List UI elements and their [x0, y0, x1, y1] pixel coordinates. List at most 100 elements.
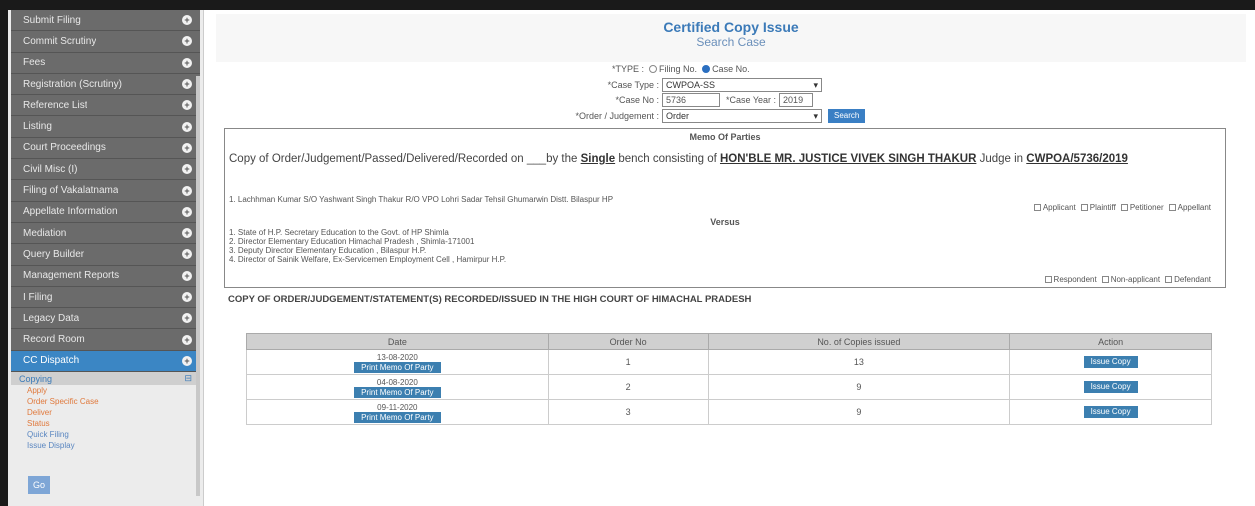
print-memo-button[interactable]: Print Memo Of Party [354, 411, 441, 423]
respondent-1: 1. State of H.P. Secretary Education to … [229, 228, 449, 237]
sidebar-item[interactable]: Management Reports + [11, 265, 200, 287]
expand-icon[interactable]: + [182, 57, 192, 68]
sidebar-item[interactable]: I Filing + [11, 286, 200, 309]
versus-label: Versus [710, 217, 740, 227]
print-memo-button[interactable]: Print Memo Of Party [354, 361, 441, 373]
expand-icon[interactable]: + [182, 15, 192, 26]
sidebar-item[interactable]: Record Room + [11, 329, 200, 351]
memo-prefix: Copy of Order/Judgement/Passed/Delivered… [229, 153, 578, 165]
expand-icon[interactable]: + [182, 79, 192, 90]
expand-icon[interactable]: + [182, 355, 192, 366]
case-type-select[interactable]: CWPOA-SS ▾ [662, 78, 822, 92]
chevron-down-icon: ▾ [813, 110, 818, 121]
issue-copy-button[interactable]: Issue Copy [1083, 381, 1138, 393]
table-row: 13-08-2020 Print Memo Of Party 1 13 Issue Co… [246, 349, 1212, 375]
sidebar-item-label: Appellate Information [23, 206, 118, 218]
sidebar-item-label: Management Reports [23, 270, 120, 282]
copies-cell: 9 [707, 374, 1011, 400]
submenu-link[interactable]: Order Specific Case [11, 396, 200, 407]
collapse-icon[interactable]: ⊟ [184, 373, 192, 384]
option-checkbox[interactable] [1044, 276, 1052, 283]
filing-no-label: Filing No. [659, 64, 698, 74]
expand-icon[interactable]: + [182, 206, 192, 217]
expand-icon[interactable]: + [182, 36, 192, 47]
case-type-label: *Case Type : [607, 80, 659, 90]
order-select[interactable]: Order ▾ [662, 109, 822, 123]
option-checkbox[interactable] [1033, 204, 1041, 211]
issue-copy-button[interactable]: Issue Copy [1083, 356, 1138, 368]
option-checkbox[interactable] [1168, 204, 1176, 211]
sidebar-item[interactable]: Reference List + [11, 95, 200, 117]
submenu-link[interactable]: Deliver [11, 407, 200, 418]
sidebar-item[interactable]: Civil Misc (I) + [11, 159, 200, 181]
issue-copy-button[interactable]: Issue Copy [1083, 406, 1138, 418]
sidebar-item[interactable]: Court Proceedings + [11, 137, 200, 160]
search-button[interactable]: Search [828, 109, 866, 123]
sidebar-item[interactable]: Listing + [11, 116, 200, 138]
go-button[interactable]: Go [28, 476, 50, 494]
sidebar-item-label: Civil Misc (I) [23, 163, 78, 175]
col-action: Action [1009, 333, 1212, 350]
sidebar-item[interactable]: Submit Filing + [11, 10, 200, 32]
page-title: Certified Copy Issue [663, 19, 799, 35]
expand-icon[interactable]: + [182, 142, 192, 153]
case-year-input[interactable]: 2019 [779, 93, 814, 107]
option-checkbox[interactable] [1120, 204, 1128, 211]
expand-icon[interactable]: + [182, 228, 192, 239]
expand-icon[interactable]: + [182, 164, 192, 175]
sidebar-item[interactable]: Appellate Information + [11, 201, 200, 223]
sidebar-item-label: Fees [23, 57, 46, 69]
expand-icon[interactable]: + [182, 334, 192, 345]
left-border [0, 0, 8, 506]
option-label: Applicant [1042, 203, 1076, 212]
sidebar-item[interactable]: Legacy Data + [11, 308, 200, 330]
order-no-cell: 1 [547, 349, 709, 375]
sidebar-item[interactable]: Commit Scrutiny + [11, 31, 200, 53]
expand-icon[interactable]: + [182, 185, 192, 196]
memo-statement: Copy of Order/Judgement/Passed/Delivered… [229, 153, 1223, 166]
expand-icon[interactable]: + [182, 121, 192, 132]
action-cell: Issue Copy [1009, 349, 1212, 375]
option-label: Petitioner [1129, 203, 1164, 212]
expand-icon[interactable]: + [182, 270, 192, 281]
expand-icon[interactable]: + [182, 249, 192, 260]
sidebar-scrollbar[interactable] [196, 76, 200, 496]
date-cell: 13-08-2020 Print Memo Of Party [246, 349, 549, 375]
submenu-link[interactable]: Status [11, 418, 200, 429]
order-label: *Order / Judgement : [575, 111, 659, 121]
sidebar-item[interactable]: Filing of Vakalatnama + [11, 180, 200, 202]
submenu-header[interactable]: Copying ⊟ [11, 372, 200, 386]
sidebar-item[interactable]: Mediation + [11, 222, 200, 245]
case-no-label: *Case No : [615, 95, 659, 105]
case-no-radio-label: Case No. [712, 64, 750, 74]
sidebar: Submit Filing + Commit Scrutiny + Fees + Regis… [8, 10, 204, 506]
case-no-radio[interactable] [702, 65, 711, 73]
option-checkbox[interactable] [1165, 276, 1173, 283]
sidebar-item-label: Record Room [23, 334, 85, 346]
expand-icon[interactable]: + [182, 313, 192, 324]
bench-type: Single [580, 153, 616, 165]
expand-icon[interactable]: + [182, 292, 192, 302]
sidebar-item[interactable]: CC Dispatch + [11, 350, 200, 373]
sidebar-item-label: Filing of Vakalatnama [23, 185, 119, 197]
case-type-row: *Case Type : CWPOA-SS ▾ [570, 78, 822, 92]
col-date: Date [246, 333, 549, 350]
sidebar-item[interactable]: Fees + [11, 52, 200, 74]
submenu-link[interactable]: Quick Filing [11, 429, 200, 440]
filing-no-radio[interactable] [649, 65, 658, 73]
submenu-title: Copying [19, 373, 53, 384]
expand-icon[interactable]: + [182, 100, 192, 111]
action-cell: Issue Copy [1009, 399, 1212, 425]
sidebar-item[interactable]: Query Builder + [11, 244, 200, 266]
respondent-3: 3. Deputy Director Elementary Education … [229, 246, 427, 255]
col-copies: No. of Copies issued [707, 333, 1011, 350]
sidebar-item[interactable]: Registration (Scrutiny) + [11, 73, 200, 96]
option-checkbox[interactable] [1080, 204, 1088, 211]
submenu-link[interactable]: Issue Display [11, 440, 200, 451]
option-checkbox[interactable] [1101, 276, 1109, 283]
submenu-link[interactable]: Apply [11, 385, 200, 396]
case-no-input[interactable]: 5736 [662, 93, 720, 107]
app-frame: Submit Filing + Commit Scrutiny + Fees + Regis… [0, 0, 1255, 506]
copies-cell: 13 [707, 349, 1011, 375]
print-memo-button[interactable]: Print Memo Of Party [354, 386, 441, 398]
